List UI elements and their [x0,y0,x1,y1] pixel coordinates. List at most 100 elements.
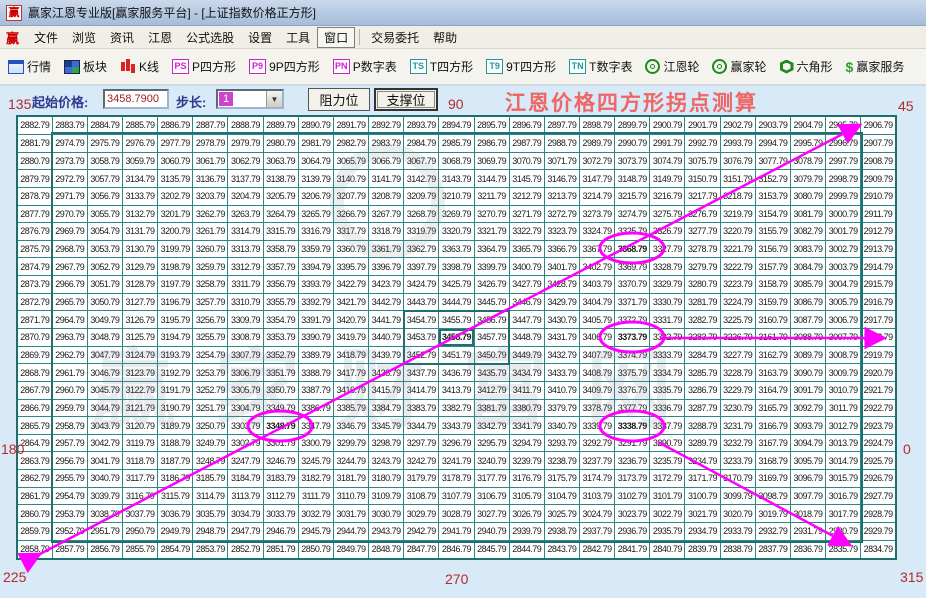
grid-cell[interactable]: 2875.79 [17,240,52,258]
grid-cell[interactable]: 2873.79 [17,276,52,294]
grid-cell[interactable]: 3292.79 [580,434,615,452]
grid-cell[interactable]: 2844.79 [509,540,544,559]
grid-cell[interactable]: 3123.79 [122,364,157,382]
grid-cell[interactable]: 3110.79 [333,487,368,505]
grid-cell[interactable]: 3265.79 [298,205,333,223]
grid-cell[interactable]: 3105.79 [509,487,544,505]
grid-cell[interactable]: 3353.79 [263,329,298,347]
grid-cell[interactable]: 3230.79 [720,399,755,417]
toolbar-item-K线[interactable]: K线 [120,58,159,75]
grid-cell[interactable]: 2994.79 [755,134,790,152]
grid-cell[interactable]: 2923.79 [861,417,896,435]
grid-cell[interactable]: 2910.79 [861,187,896,205]
grid-cell[interactable]: 3152.79 [755,170,790,188]
grid-cell[interactable]: 3200.79 [158,223,193,241]
grid-cell[interactable]: 3394.79 [298,258,333,276]
grid-cell[interactable]: 3191.79 [158,381,193,399]
grid-cell[interactable]: 3319.79 [404,223,439,241]
grid-cell[interactable]: 3241.79 [439,452,474,470]
grid-cell[interactable]: 3075.79 [685,152,720,170]
grid-cell[interactable]: 3340.79 [544,417,579,435]
grid-cell[interactable]: 3424.79 [404,276,439,294]
grid-cell[interactable]: 2989.79 [580,134,615,152]
menu-item-浏览[interactable]: 浏览 [65,27,103,48]
grid-cell[interactable]: 3086.79 [790,293,825,311]
grid-cell[interactable]: 3034.79 [228,505,263,523]
grid-cell[interactable]: 3303.79 [228,417,263,435]
grid-cell[interactable]: 2998.79 [826,170,861,188]
grid-cell[interactable]: 3348.79 [263,417,298,435]
grid-cell[interactable]: 3268.79 [404,205,439,223]
grid-cell[interactable]: 3397.79 [404,258,439,276]
grid-cell[interactable]: 3274.79 [615,205,650,223]
grid-cell[interactable]: 3325.79 [615,223,650,241]
grid-cell[interactable]: 3140.79 [333,170,368,188]
grid-cell[interactable]: 3413.79 [439,381,474,399]
grid-cell[interactable]: 3309.79 [228,311,263,329]
grid-cell[interactable]: 3227.79 [720,346,755,364]
grid-cell[interactable]: 3327.79 [650,240,685,258]
grid-cell[interactable]: 3373.79 [615,329,650,347]
menu-item-帮助[interactable]: 帮助 [426,27,464,48]
grid-cell[interactable]: 2980.79 [263,134,298,152]
grid-cell[interactable]: 3132.79 [122,205,157,223]
grid-cell[interactable]: 2964.79 [52,311,87,329]
grid-cell[interactable]: 3243.79 [369,452,404,470]
grid-cell[interactable]: 3022.79 [650,505,685,523]
toolbar-item-9T四方形[interactable]: T99T四方形 [486,58,556,75]
grid-cell[interactable]: 3320.79 [439,223,474,241]
grid-cell[interactable]: 3416.79 [333,381,368,399]
grid-cell[interactable]: 2961.79 [52,364,87,382]
grid-cell[interactable]: 2912.79 [861,223,896,241]
grid-cell[interactable]: 3278.79 [685,240,720,258]
grid-cell[interactable]: 3377.79 [615,399,650,417]
grid-cell[interactable]: 2954.79 [52,487,87,505]
grid-cell[interactable]: 3445.79 [474,293,509,311]
grid-cell[interactable]: 2942.79 [404,523,439,541]
grid-cell[interactable]: 2915.79 [861,276,896,294]
grid-cell[interactable]: 3334.79 [650,364,685,382]
grid-cell[interactable]: 3312.79 [228,258,263,276]
grid-cell[interactable]: 3134.79 [122,170,157,188]
grid-cell[interactable]: 3221.79 [720,240,755,258]
grid-cell[interactable]: 2983.79 [369,134,404,152]
grid-cell[interactable]: 3117.79 [122,470,157,488]
grid-cell[interactable]: 2891.79 [333,116,368,134]
grid-cell[interactable]: 3046.79 [87,364,122,382]
grid-cell[interactable]: 3043.79 [87,417,122,435]
grid-cell[interactable]: 3035.79 [193,505,228,523]
grid-cell[interactable]: 3381.79 [474,399,509,417]
grid-cell[interactable]: 2987.79 [509,134,544,152]
grid-cell[interactable]: 2895.79 [474,116,509,134]
grid-cell[interactable]: 3160.79 [755,311,790,329]
toolbar-item-P四方形[interactable]: PSP四方形 [172,58,236,75]
grid-cell[interactable]: 3388.79 [298,364,333,382]
grid-cell[interactable]: 3170.79 [720,470,755,488]
grid-cell[interactable]: 3249.79 [193,434,228,452]
grid-cell[interactable]: 2894.79 [439,116,474,134]
grid-cell[interactable]: 3458.79 [439,329,474,347]
grid-cell[interactable]: 3379.79 [544,399,579,417]
grid-cell[interactable]: 3099.79 [720,487,755,505]
grid-cell[interactable]: 2936.79 [615,523,650,541]
grid-cell[interactable]: 3150.79 [685,170,720,188]
grid-cell[interactable]: 3384.79 [369,399,404,417]
toolbar-item-9P四方形[interactable]: P99P四方形 [249,58,320,75]
grid-cell[interactable]: 3135.79 [158,170,193,188]
grid-cell[interactable]: 3205.79 [263,187,298,205]
grid-cell[interactable]: 3425.79 [439,276,474,294]
grid-cell[interactable]: 2940.79 [474,523,509,541]
grid-cell[interactable]: 3121.79 [122,399,157,417]
grid-cell[interactable]: 2883.79 [52,116,87,134]
grid-cell[interactable]: 3378.79 [580,399,615,417]
grid-cell[interactable]: 3436.79 [439,364,474,382]
grid-cell[interactable]: 3389.79 [298,346,333,364]
grid-cell[interactable]: 3253.79 [193,364,228,382]
grid-cell[interactable]: 2986.79 [474,134,509,152]
grid-cell[interactable]: 3237.79 [580,452,615,470]
grid-cell[interactable]: 3240.79 [474,452,509,470]
grid-cell[interactable]: 3157.79 [755,258,790,276]
grid-cell[interactable]: 3328.79 [650,258,685,276]
grid-cell[interactable]: 3447.79 [509,311,544,329]
grid-cell[interactable]: 3207.79 [333,187,368,205]
